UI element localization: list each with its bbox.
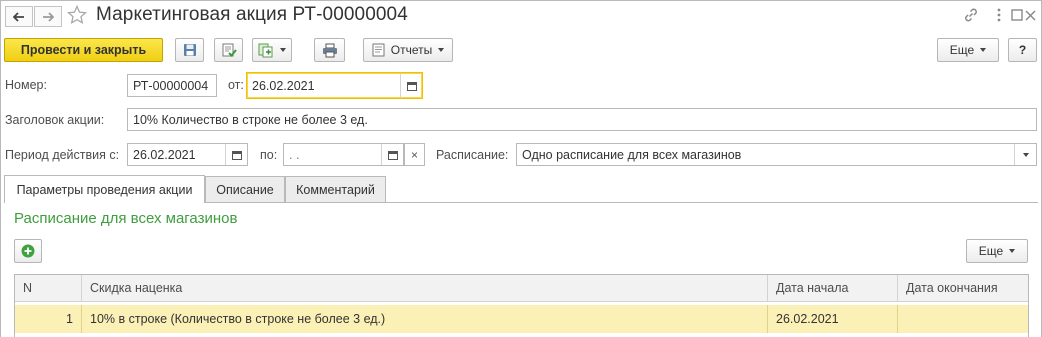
heading-field[interactable]: 10% Количество в строке не более 3 ед.	[127, 108, 1037, 131]
create-based-on-icon	[258, 43, 273, 58]
close-button[interactable]	[1020, 5, 1040, 25]
more-menu-button[interactable]: Еще	[937, 38, 999, 62]
column-header-start-date[interactable]: Дата начала	[768, 275, 898, 302]
number-label: Номер:	[5, 78, 47, 92]
save-icon	[183, 44, 196, 56]
date-label: от:	[228, 78, 244, 92]
reports-label: Отчеты	[390, 43, 433, 57]
post-and-close-label: Провести и закрыть	[20, 43, 147, 57]
star-icon	[67, 5, 87, 24]
chevron-down-icon	[1009, 249, 1016, 253]
period-to-field[interactable]: . .	[283, 143, 404, 166]
post-document-icon	[222, 43, 237, 57]
more-vertical-icon	[997, 8, 1001, 22]
chevron-down-icon	[980, 48, 987, 52]
period-from-calendar-button[interactable]	[225, 144, 247, 165]
calendar-icon	[406, 81, 417, 91]
period-label: Период действия с:	[5, 148, 120, 162]
chevron-down-icon	[438, 48, 445, 52]
date-field[interactable]: 26.02.2021	[246, 72, 423, 99]
period-to-calendar-button[interactable]	[381, 144, 403, 165]
column-header-discount[interactable]: Скидка наценка	[82, 275, 768, 302]
more-menu-label: Еще	[949, 43, 975, 57]
section-title: Расписание для всех магазинов	[14, 210, 238, 227]
tab-parameters[interactable]: Параметры проведения акции	[4, 175, 205, 203]
reports-button[interactable]: Отчеты	[363, 38, 453, 62]
calendar-icon	[387, 150, 398, 160]
save-button[interactable]	[175, 38, 204, 62]
end-date-cell	[898, 305, 1028, 333]
report-icon	[372, 43, 385, 57]
create-based-on-button[interactable]	[252, 38, 292, 62]
arrow-right-icon	[43, 11, 54, 22]
page-title: Маркетинговая акция РТ-00000004	[96, 4, 408, 25]
period-from-field[interactable]: 26.02.2021	[127, 143, 248, 166]
schedule-dropdown-button[interactable]	[1014, 144, 1036, 165]
tab-description[interactable]: Описание	[205, 176, 285, 202]
discount-cell: 10% в строке (Количество в строке не бол…	[82, 305, 768, 333]
period-to-value: . .	[289, 147, 300, 162]
period-from-value: 26.02.2021	[133, 147, 196, 162]
link-icon	[965, 8, 977, 22]
help-button[interactable]: ?	[1008, 38, 1037, 62]
favorite-button[interactable]	[66, 4, 88, 26]
post-and-close-button[interactable]: Провести и закрыть	[4, 38, 163, 62]
tab-comment[interactable]: Комментарий	[285, 176, 386, 202]
schedule-value: Одно расписание для всех магазинов	[522, 147, 742, 162]
back-button[interactable]	[5, 6, 33, 27]
schedule-label: Расписание:	[436, 148, 509, 162]
chevron-down-icon	[1022, 152, 1029, 157]
add-icon	[21, 244, 35, 258]
table-row[interactable]: 1 10% в строке (Количество в строке не б…	[15, 305, 1028, 333]
table-more-button[interactable]: Еще	[966, 239, 1028, 263]
number-field[interactable]: РТ-00000004	[127, 74, 217, 97]
arrow-left-icon	[13, 11, 24, 22]
schedule-table: N Скидка наценка Дата начала Дата оконча…	[14, 274, 1029, 337]
row-number-cell: 1	[15, 305, 82, 333]
clear-period-button[interactable]: ×	[404, 143, 425, 166]
calendar-button[interactable]	[400, 73, 422, 98]
table-more-label: Еще	[978, 244, 1004, 258]
post-button[interactable]	[214, 38, 243, 62]
add-row-button[interactable]	[14, 239, 42, 263]
close-icon	[1024, 9, 1036, 21]
date-value: 26.02.2021	[252, 78, 315, 93]
schedule-select[interactable]: Одно расписание для всех магазинов	[516, 143, 1037, 166]
chevron-down-icon	[280, 48, 286, 52]
forward-button[interactable]	[34, 6, 62, 27]
clear-icon: ×	[410, 147, 418, 162]
link-button[interactable]	[961, 5, 981, 25]
calendar-icon	[231, 150, 242, 160]
heading-label: Заголовок акции:	[5, 113, 105, 127]
column-header-number[interactable]: N	[15, 275, 82, 302]
column-header-end-date[interactable]: Дата окончания	[898, 275, 1028, 302]
start-date-cell: 26.02.2021	[768, 305, 898, 333]
print-icon	[322, 43, 337, 57]
more-actions-button[interactable]	[989, 5, 1009, 25]
print-button[interactable]	[314, 38, 345, 62]
help-label: ?	[1018, 43, 1027, 57]
period-to-label: по:	[260, 148, 278, 162]
